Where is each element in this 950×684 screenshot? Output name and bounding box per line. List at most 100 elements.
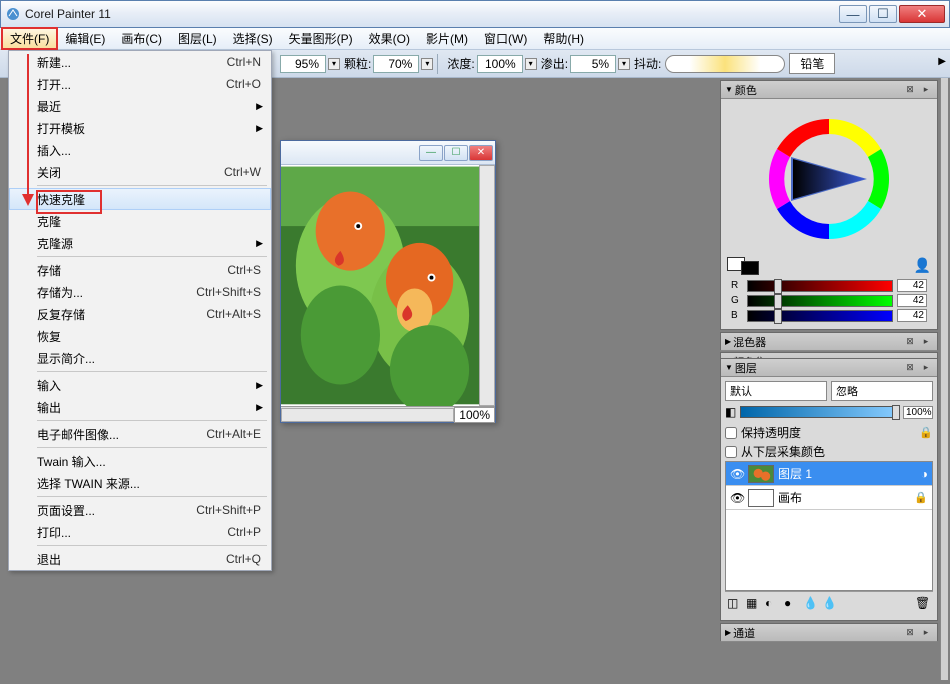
layer-fx-icon[interactable]: ● [784, 596, 800, 612]
doc-maximize-button[interactable]: ☐ [444, 145, 468, 161]
opacity-dropdown-icon[interactable]: ▾ [525, 58, 537, 70]
panel-menu-icon[interactable]: ▸ [919, 361, 933, 375]
menu-movie[interactable]: 影片(M) [418, 28, 476, 49]
file-menu-item[interactable]: 电子邮件图像...Ctrl+Alt+E [9, 423, 271, 445]
layer-opacity-slider[interactable] [740, 406, 899, 418]
color-panel-header[interactable]: ▼ 颜色 ⊠ ▸ [721, 81, 937, 99]
new-layer-icon[interactable]: ◫ [727, 596, 743, 612]
grain-value[interactable]: 70% [373, 55, 419, 73]
bleed-control[interactable]: 渗出: 5% ▾ [541, 55, 630, 73]
layer-mask-icon[interactable]: ◐ [765, 596, 781, 612]
file-menu-item[interactable]: 克隆 [9, 210, 271, 232]
file-menu-item[interactable]: 快速克隆 [9, 188, 271, 210]
panel-close-icon[interactable]: ⊠ [903, 361, 917, 375]
channels-panel-header[interactable]: ▶通道⊠▸ [721, 624, 937, 642]
b-value[interactable]: 42 [897, 309, 927, 322]
droplet2-icon[interactable]: 💧 [822, 596, 838, 612]
document-canvas[interactable] [281, 165, 479, 406]
opacity-control[interactable]: 浓度: 100% ▾ [447, 55, 536, 73]
doc-close-button[interactable]: ✕ [469, 145, 493, 161]
doc-vertical-scrollbar[interactable] [479, 165, 495, 406]
clone-color-icon[interactable]: 👤 [914, 257, 931, 274]
menu-help[interactable]: 帮助(H) [535, 28, 592, 49]
layer-row-canvas[interactable]: 👁 画布 🔒 [726, 486, 932, 510]
doc-minimize-button[interactable]: — [419, 145, 443, 161]
b-slider[interactable] [747, 310, 893, 322]
file-menu-item[interactable]: 退出Ctrl+Q [9, 548, 271, 570]
file-menu-item[interactable]: 选择 TWAIN 来源... [9, 472, 271, 494]
panel-close-icon[interactable]: ⊠ [903, 83, 917, 97]
menu-layer[interactable]: 图层(L) [170, 28, 225, 49]
r-value[interactable]: 42 [897, 279, 927, 292]
file-menu-item[interactable]: 显示简介... [9, 347, 271, 369]
doc-zoom[interactable]: 100% [454, 407, 495, 423]
menu-window[interactable]: 窗口(W) [476, 28, 535, 49]
color-wheel[interactable] [759, 109, 899, 249]
pickup-color-checkbox[interactable] [725, 446, 737, 458]
preserve-transparency-checkbox[interactable] [725, 427, 737, 439]
close-button[interactable]: ✕ [899, 5, 945, 23]
toolbar-more-icon[interactable]: ▶ [938, 56, 946, 67]
g-value[interactable]: 42 [897, 294, 927, 307]
file-menu-item[interactable]: Twain 输入... [9, 450, 271, 472]
layer-mask-icon[interactable]: ◑ [921, 467, 928, 481]
lock-icon[interactable]: 🔒 [919, 426, 933, 439]
new-group-icon[interactable]: ▦ [746, 596, 762, 612]
brush-preview[interactable] [665, 55, 785, 73]
file-menu-item[interactable]: 打开模板▶ [9, 117, 271, 139]
size-control[interactable]: 95% ▾ [280, 55, 340, 73]
menu-effects[interactable]: 效果(O) [361, 28, 418, 49]
maximize-button[interactable]: ☐ [869, 5, 897, 23]
blend-mode-select[interactable]: 默认 [725, 381, 827, 401]
bleed-dropdown-icon[interactable]: ▾ [618, 58, 630, 70]
menu-canvas[interactable]: 画布(C) [113, 28, 170, 49]
file-menu-item[interactable]: 输出▶ [9, 396, 271, 418]
grain-control[interactable]: 颗粒: 70% ▾ [344, 55, 433, 73]
opacity-label: 浓度: [447, 55, 474, 72]
mixer-panel-header[interactable]: ▶混色器⊠▸ [721, 333, 937, 351]
document-window[interactable]: — ☐ ✕ 100% [280, 140, 496, 423]
menu-shapes[interactable]: 矢量图形(P) [281, 28, 361, 49]
right-scrollbar[interactable] [940, 78, 948, 680]
collapse-icon[interactable]: ▼ [725, 85, 733, 94]
r-slider[interactable] [747, 280, 893, 292]
background-swatch[interactable] [741, 261, 759, 275]
size-value[interactable]: 95% [280, 55, 326, 73]
file-menu-item[interactable]: 输入▶ [9, 374, 271, 396]
size-dropdown-icon[interactable]: ▾ [328, 58, 340, 70]
opacity-value[interactable]: 100% [477, 55, 523, 73]
menu-edit[interactable]: 编辑(E) [57, 28, 113, 49]
document-titlebar[interactable]: — ☐ ✕ [281, 141, 495, 165]
layers-panel-header[interactable]: ▼ 图层 ⊠ ▸ [721, 359, 937, 377]
file-menu-item[interactable]: 页面设置...Ctrl+Shift+P [9, 499, 271, 521]
grain-dropdown-icon[interactable]: ▾ [421, 58, 433, 70]
g-slider[interactable] [747, 295, 893, 307]
minimize-button[interactable]: — [839, 5, 867, 23]
layer-row-1[interactable]: 👁 图层 1 ◑ [726, 462, 932, 486]
visibility-icon[interactable]: 👁 [730, 467, 744, 481]
bleed-value[interactable]: 5% [570, 55, 616, 73]
droplet-icon[interactable]: 💧 [803, 596, 819, 612]
file-menu-item[interactable]: 插入... [9, 139, 271, 161]
panel-menu-icon[interactable]: ▸ [919, 83, 933, 97]
menu-select[interactable]: 选择(S) [225, 28, 281, 49]
jitter-control[interactable]: 抖动: [634, 55, 661, 72]
file-menu-item[interactable]: 新建...Ctrl+N [9, 51, 271, 73]
lock-icon[interactable]: 🔒 [914, 491, 928, 504]
file-menu-item[interactable]: 最近▶ [9, 95, 271, 117]
file-menu-item[interactable]: 关闭Ctrl+W [9, 161, 271, 183]
file-menu-item[interactable]: 恢复 [9, 325, 271, 347]
layer-opacity-value[interactable]: 100% [903, 406, 933, 419]
file-menu-item[interactable]: 打印...Ctrl+P [9, 521, 271, 543]
file-menu-item[interactable]: 打开...Ctrl+O [9, 73, 271, 95]
ignore-select[interactable]: 忽略 [831, 381, 933, 401]
visibility-icon[interactable]: 👁 [730, 491, 744, 505]
doc-horizontal-scrollbar[interactable] [281, 408, 454, 422]
file-menu-item[interactable]: 存储Ctrl+S [9, 259, 271, 281]
delete-layer-icon[interactable]: 🗑 [915, 596, 931, 612]
file-menu-item[interactable]: 存储为...Ctrl+Shift+S [9, 281, 271, 303]
menu-file[interactable]: 文件(F) [2, 28, 57, 49]
file-menu-item[interactable]: 反复存储Ctrl+Alt+S [9, 303, 271, 325]
file-menu-item[interactable]: 克隆源▶ [9, 232, 271, 254]
brush-selector[interactable]: 铅笔 [789, 53, 835, 74]
